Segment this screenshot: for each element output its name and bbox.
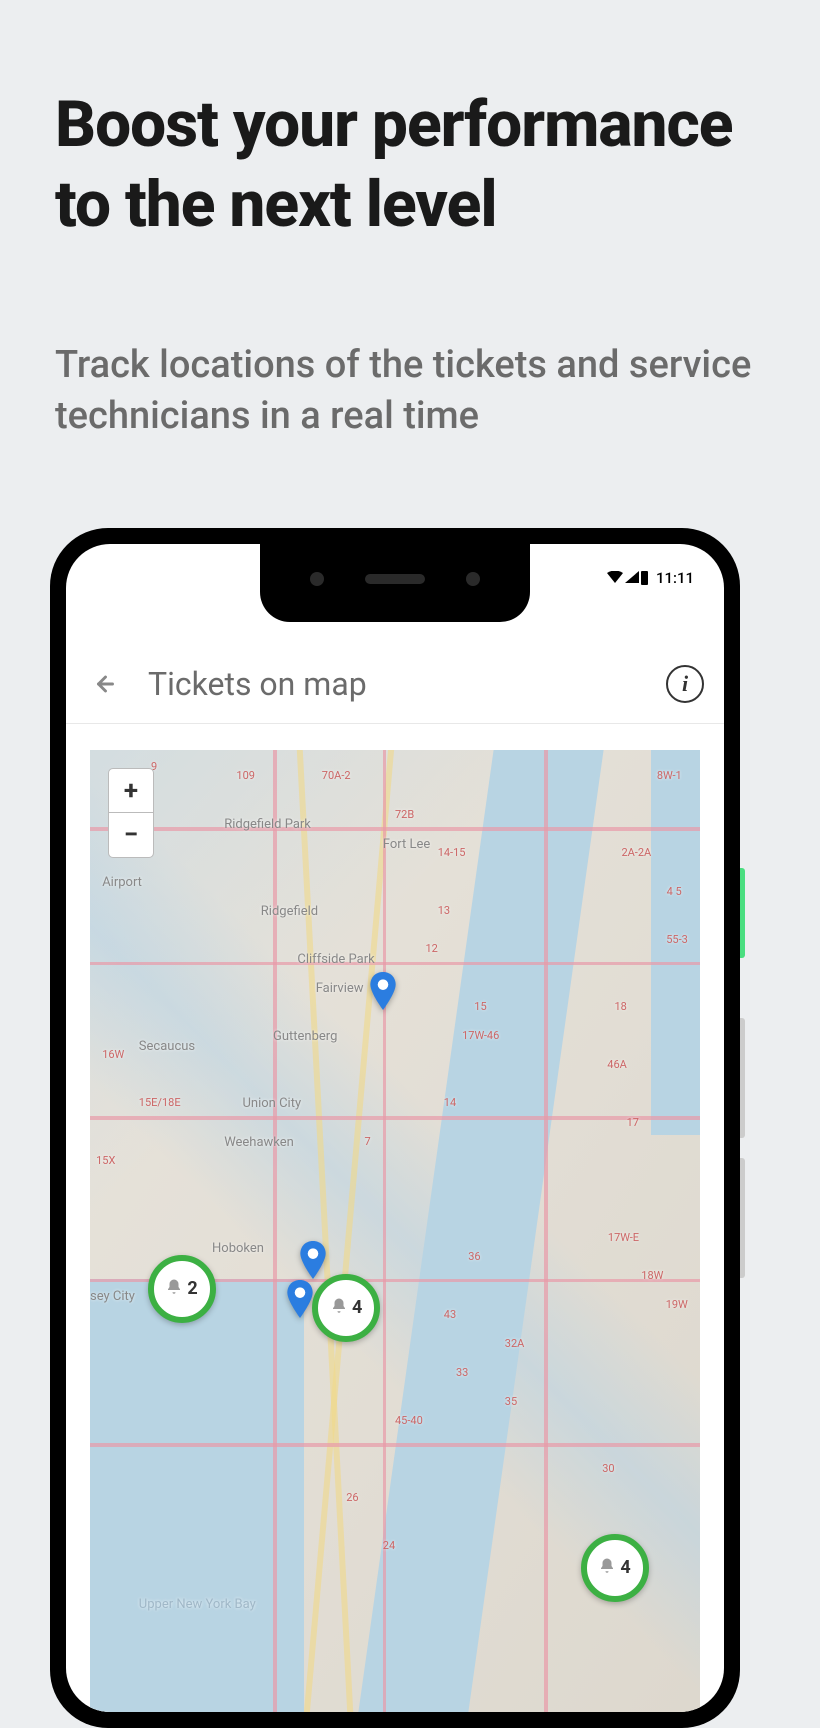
phone-notch	[260, 544, 530, 622]
cluster-count: 4	[620, 1557, 630, 1578]
signal-icon	[625, 568, 639, 587]
map-label: Fairview	[316, 981, 364, 996]
battery-icon	[641, 571, 648, 585]
road-label: 7	[365, 1135, 371, 1148]
map-label: Airport	[102, 875, 142, 890]
map-label: Fort Lee	[383, 837, 430, 852]
map-label: Cliffside Park	[297, 952, 374, 967]
cluster-count: 2	[187, 1278, 197, 1299]
zoom-out-button[interactable]: −	[109, 813, 153, 857]
road-label: 26	[346, 1491, 358, 1504]
phone-volume-down	[740, 1158, 745, 1278]
back-button[interactable]	[86, 668, 118, 700]
road-label: 72B	[395, 808, 414, 821]
map-label: Ridgefield Park	[224, 817, 311, 832]
zoom-controls: + −	[108, 768, 154, 858]
road-label: 15	[474, 1000, 486, 1013]
phone-volume-up	[740, 1018, 745, 1138]
map-pin[interactable]	[300, 1241, 326, 1279]
map-label: Guttenberg	[273, 1029, 337, 1044]
road-label: 19W	[666, 1298, 688, 1311]
road-label: 36	[468, 1250, 480, 1263]
road-label: 30	[602, 1462, 614, 1475]
cluster-marker[interactable]: 4	[581, 1534, 649, 1602]
phone-power-button	[740, 868, 745, 958]
bell-icon	[165, 1278, 183, 1300]
cluster-marker[interactable]: 4	[312, 1274, 380, 1342]
bell-icon	[598, 1557, 616, 1579]
road-label: 55-3	[666, 933, 688, 946]
marketing-subheadline: Track locations of the tickets and servi…	[55, 340, 765, 443]
road-label: 18	[614, 1000, 626, 1013]
bell-icon	[330, 1297, 348, 1319]
road-label: 14	[444, 1096, 456, 1109]
cluster-marker[interactable]: 2	[148, 1255, 216, 1323]
cluster-count: 4	[352, 1297, 362, 1318]
road-label: 13	[438, 904, 450, 917]
road-label: 109	[236, 769, 255, 782]
map-label: Hoboken	[212, 1241, 264, 1256]
page-title: Tickets on map	[148, 665, 666, 703]
road-label: 43	[444, 1308, 456, 1321]
map-label: Ridgefield	[261, 904, 318, 919]
road-label: 17W-46	[462, 1029, 499, 1042]
phone-frame: 11:11 Tickets on map i	[50, 528, 740, 1728]
status-time: 11:11	[656, 569, 694, 587]
road-label: 14-15	[438, 846, 466, 859]
map-label: Weehawken	[224, 1135, 294, 1150]
road-label: 8W-1	[657, 769, 682, 782]
road-label: 70A-2	[322, 769, 351, 782]
app-header: Tickets on map i	[66, 644, 724, 724]
road-label: 2A-2A	[621, 846, 651, 859]
road-label: 15X	[96, 1154, 115, 1167]
road-label: 4 5	[667, 885, 682, 898]
map-label: sey City	[90, 1289, 135, 1304]
map-label: Secaucus	[139, 1039, 195, 1054]
road-label: 17	[627, 1116, 639, 1129]
marketing-headline: Boost your performance to the next level	[55, 85, 765, 245]
road-label: 17W-E	[608, 1231, 639, 1244]
road-label: 32A	[505, 1337, 525, 1350]
road-label: 15E/18E	[139, 1096, 181, 1109]
map[interactable]: Ridgefield Park Fort Lee Ridgefield Clif…	[90, 750, 700, 1712]
road-label: 16W	[102, 1048, 124, 1061]
map-label: Upper New York Bay	[139, 1597, 256, 1612]
road-label: 45-40	[395, 1414, 423, 1427]
wifi-icon	[607, 568, 623, 587]
info-button[interactable]: i	[666, 665, 704, 703]
map-pin[interactable]	[370, 972, 396, 1010]
road-label: 24	[383, 1539, 395, 1552]
map-pin[interactable]	[287, 1280, 313, 1318]
status-bar: 11:11	[607, 568, 694, 587]
map-label: Union City	[243, 1096, 302, 1111]
road-label: 18W	[641, 1269, 663, 1282]
zoom-in-button[interactable]: +	[109, 769, 153, 813]
road-label: 35	[505, 1395, 517, 1408]
road-label: 12	[426, 942, 438, 955]
road-label: 46A	[607, 1058, 627, 1071]
road-label: 33	[456, 1366, 468, 1379]
phone-screen: 11:11 Tickets on map i	[66, 544, 724, 1712]
